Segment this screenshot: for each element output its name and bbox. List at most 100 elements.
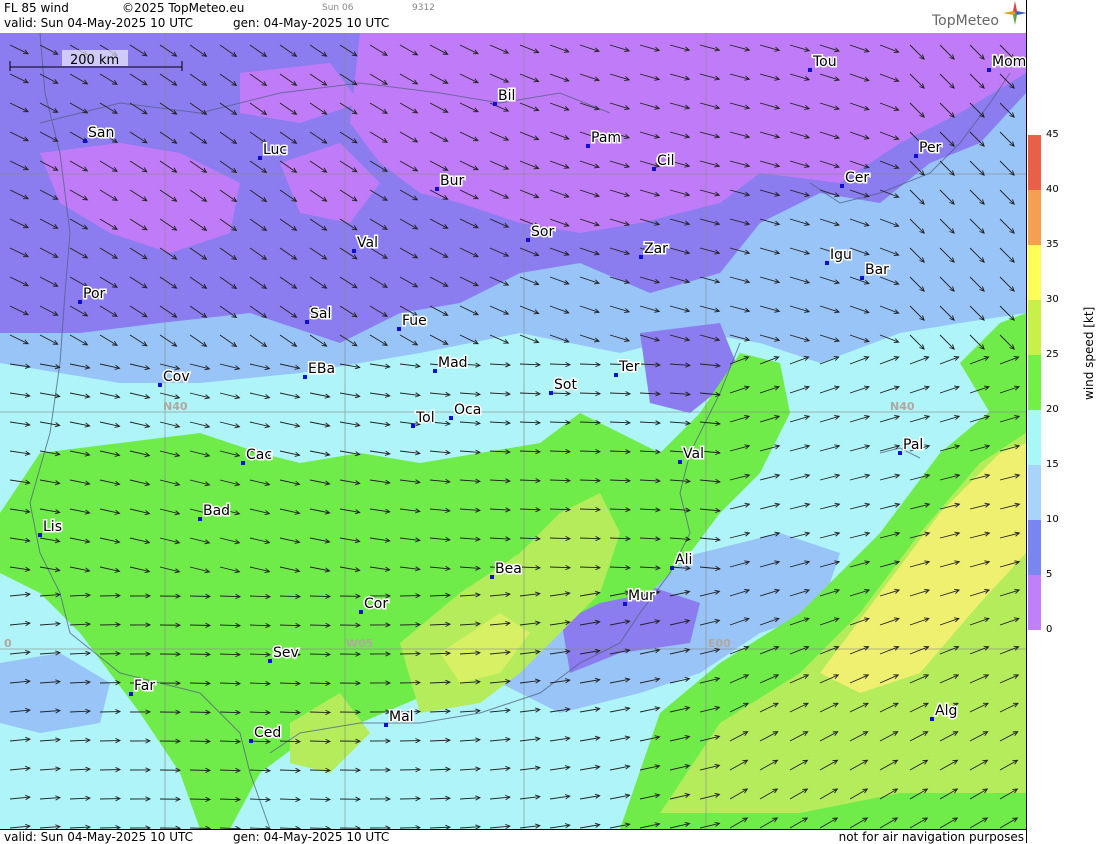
color-bar bbox=[1028, 135, 1041, 630]
city-label: Bea bbox=[495, 561, 522, 577]
city-label: Val bbox=[357, 235, 378, 251]
city-label: Pam bbox=[591, 130, 621, 146]
city-label: Cil bbox=[657, 153, 675, 169]
city-marker bbox=[825, 261, 829, 265]
city-marker bbox=[384, 723, 388, 727]
city-label: Igu bbox=[830, 247, 852, 263]
topmeteo-logo: TopMeteo bbox=[932, 13, 999, 29]
city-marker bbox=[435, 187, 439, 191]
color-bar-segment bbox=[1028, 355, 1041, 410]
city-label: Per bbox=[919, 140, 942, 156]
grid-label-n40-east: N40 bbox=[890, 400, 915, 413]
city-marker bbox=[678, 460, 682, 464]
city-label: Mur bbox=[628, 588, 655, 604]
wind-arrow bbox=[310, 596, 330, 597]
city-marker bbox=[158, 383, 162, 387]
city-marker bbox=[549, 391, 553, 395]
city-marker bbox=[305, 320, 309, 324]
city-label: Sot bbox=[554, 377, 577, 393]
city-label: Zar bbox=[644, 241, 668, 257]
faint-day-label: Sun 06 bbox=[322, 3, 353, 13]
city-label: Tol bbox=[415, 410, 435, 426]
city-label: Ter bbox=[618, 359, 640, 375]
city-label: Cer bbox=[845, 170, 869, 186]
city-marker bbox=[898, 451, 902, 455]
valid-time: valid: Sun 04-May-2025 10 UTC bbox=[4, 16, 193, 30]
city-marker bbox=[78, 300, 82, 304]
city-marker bbox=[268, 659, 272, 663]
legend-tick-label: 10 bbox=[1046, 514, 1059, 525]
city-label: Val bbox=[683, 446, 704, 462]
city-label: Bur bbox=[440, 173, 464, 189]
city-marker bbox=[449, 416, 453, 420]
legend-tick-label: 35 bbox=[1046, 239, 1059, 250]
wind-arrow bbox=[310, 770, 330, 771]
city-label: Cov bbox=[163, 369, 190, 385]
legend-tick-label: 0 bbox=[1046, 624, 1052, 635]
legend-tick-label: 30 bbox=[1046, 294, 1059, 305]
city-marker bbox=[249, 739, 253, 743]
map-header: FL 85 wind ©2025 TopMeteo.eu valid: Sun … bbox=[0, 0, 1026, 34]
city-label: Oca bbox=[454, 402, 481, 418]
city-label: Por bbox=[83, 286, 106, 302]
city-marker bbox=[258, 156, 262, 160]
wind-arrow bbox=[310, 799, 330, 800]
legend-tick-label: 25 bbox=[1046, 349, 1059, 360]
city-label: Mad bbox=[438, 355, 468, 371]
city-marker bbox=[493, 102, 497, 106]
generated-time: gen: 04-May-2025 10 UTC bbox=[233, 16, 389, 30]
city-label: Ali bbox=[675, 552, 692, 568]
grid-label-n40-west: N40 bbox=[163, 400, 188, 413]
map-title: FL 85 wind bbox=[4, 1, 69, 15]
wind-map[interactable]: 200 km N40 N40 W05 E00 0 SanSanLucLucBil… bbox=[0, 33, 1026, 829]
city-label: Fue bbox=[402, 313, 427, 329]
grid-label-e00: E00 bbox=[708, 637, 731, 650]
city-label: Ced bbox=[254, 725, 281, 741]
color-bar-segment bbox=[1028, 410, 1041, 465]
city-label: Bar bbox=[865, 262, 889, 278]
city-marker bbox=[359, 610, 363, 614]
city-label: Mom bbox=[992, 54, 1026, 70]
city-marker bbox=[490, 575, 494, 579]
city-label: Alg bbox=[935, 703, 957, 719]
faint-code-label: 9312 bbox=[412, 3, 435, 13]
city-marker bbox=[129, 692, 133, 696]
city-label: San bbox=[88, 125, 114, 141]
grid-label-w10: 0 bbox=[4, 637, 12, 650]
city-label: Cac bbox=[246, 447, 272, 463]
map-footer: valid: Sun 04-May-2025 10 UTC gen: 04-Ma… bbox=[0, 829, 1026, 844]
wind-arrow bbox=[310, 741, 330, 742]
city-label: Sev bbox=[273, 645, 299, 661]
legend-tick-label: 5 bbox=[1046, 569, 1052, 580]
city-marker bbox=[38, 533, 42, 537]
scale-bar-label: 200 km bbox=[70, 53, 119, 68]
footer-valid-time: valid: Sun 04-May-2025 10 UTC bbox=[4, 830, 193, 844]
legend-tick-label: 20 bbox=[1046, 404, 1059, 415]
color-bar-segment bbox=[1028, 520, 1041, 575]
city-marker bbox=[198, 517, 202, 521]
color-bar-segment bbox=[1028, 135, 1041, 190]
city-marker bbox=[83, 139, 87, 143]
city-label: Sor bbox=[531, 224, 554, 240]
city-marker bbox=[930, 717, 934, 721]
city-label: Lis bbox=[43, 519, 62, 535]
wind-speed-legend: 454035302520151050 wind speed [kt] bbox=[1026, 0, 1117, 843]
wind-arrow bbox=[310, 683, 330, 684]
compass-star-icon bbox=[1003, 1, 1027, 25]
wind-map-canvas[interactable]: 200 km N40 N40 W05 E00 0 SanSanLucLucBil… bbox=[0, 33, 1026, 829]
legend-tick-label: 45 bbox=[1046, 129, 1059, 140]
city-label: Mal bbox=[389, 709, 414, 725]
city-label: EBa bbox=[308, 361, 335, 377]
city-label: Luc bbox=[263, 142, 287, 158]
city-marker bbox=[586, 144, 590, 148]
color-bar-segment bbox=[1028, 245, 1041, 300]
city-label: Pal bbox=[903, 437, 923, 453]
city-label: Bad bbox=[203, 503, 230, 519]
city-marker bbox=[914, 154, 918, 158]
city-marker bbox=[623, 602, 627, 606]
city-label: Far bbox=[134, 678, 155, 694]
copyright-text: ©2025 TopMeteo.eu bbox=[122, 1, 244, 15]
footer-generated-time: gen: 04-May-2025 10 UTC bbox=[233, 830, 389, 844]
color-bar-segment bbox=[1028, 575, 1041, 630]
wind-arrow bbox=[310, 654, 330, 655]
